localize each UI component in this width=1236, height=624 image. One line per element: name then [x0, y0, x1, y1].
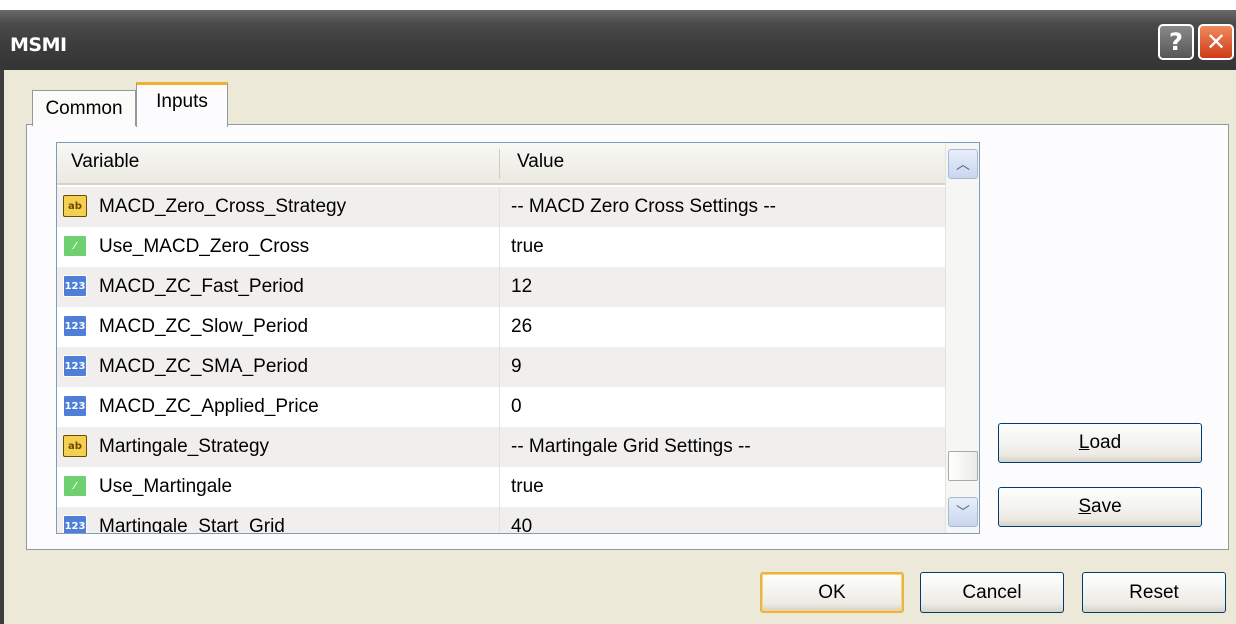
bool-type-icon: ⁄ — [63, 235, 87, 257]
variable-value[interactable]: true — [511, 476, 544, 498]
save-button[interactable]: Save — [998, 487, 1202, 527]
column-separator — [499, 187, 500, 227]
ok-label: OK — [818, 581, 846, 603]
save-accelerator: S — [1078, 496, 1092, 517]
variable-name: Martingale_Strategy — [99, 436, 270, 457]
variable-name: Martingale_Start_Grid — [99, 516, 285, 534]
scroll-down-button[interactable]: ﹀ — [948, 497, 978, 527]
variable-name: Use_MACD_Zero_Cross — [99, 236, 310, 257]
variable-name: MACD_Zero_Cross_Strategy — [99, 196, 347, 217]
help-button[interactable]: ? — [1158, 24, 1194, 60]
variable-value[interactable]: 0 — [511, 396, 522, 418]
table-row[interactable]: ab MACD_Zero_Cross_Strategy -- MACD Zero C… — [57, 187, 945, 227]
column-separator — [499, 347, 500, 387]
variable-value[interactable]: 40 — [511, 516, 532, 533]
close-icon: ✕ — [1205, 28, 1227, 56]
variable-value[interactable]: 12 — [511, 276, 532, 298]
variable-name: MACD_ZC_SMA_Period — [99, 356, 309, 377]
ok-button[interactable]: OK — [760, 572, 904, 613]
table-row[interactable]: 123 Martingale_Start_Grid 40 — [57, 507, 945, 534]
column-separator — [499, 267, 500, 307]
chevron-down-icon: ﹀ — [956, 504, 970, 520]
variable-name: Use_Martingale — [99, 476, 233, 497]
table-row[interactable]: 123 MACD_ZC_SMA_Period 9 — [57, 347, 945, 387]
tab-inputs-label: Inputs — [156, 91, 208, 112]
cancel-label: Cancel — [962, 581, 1022, 603]
window-border — [0, 70, 4, 624]
close-button[interactable]: ✕ — [1198, 24, 1234, 60]
variable-value[interactable]: 26 — [511, 316, 532, 338]
table-row[interactable]: 123 MACD_ZC_Slow_Period 26 — [57, 307, 945, 347]
column-separator — [499, 387, 500, 427]
tab-common[interactable]: Common — [32, 90, 136, 126]
column-separator — [499, 307, 500, 347]
variable-name: MACD_ZC_Slow_Period — [99, 316, 309, 337]
variable-value[interactable]: true — [511, 236, 544, 258]
column-divider[interactable] — [499, 149, 500, 179]
reset-label: Reset — [1129, 581, 1179, 603]
bool-type-icon: ⁄ — [63, 475, 87, 497]
inputs-list[interactable]: Variable Value ab MACD_Zero_Cross_Strateg… — [56, 142, 980, 534]
number-type-icon: 123 — [63, 275, 87, 297]
column-separator — [499, 427, 500, 467]
number-type-icon: 123 — [63, 315, 87, 337]
table-row[interactable]: ⁄ Use_Martingale true — [57, 467, 945, 507]
scroll-thumb[interactable] — [948, 451, 978, 481]
window-title: MSMI — [10, 34, 67, 56]
help-icon: ? — [1169, 28, 1183, 56]
string-type-icon: ab — [63, 195, 87, 217]
vertical-scrollbar[interactable]: ︿ ﹀ — [945, 143, 979, 533]
column-separator — [499, 227, 500, 267]
column-header-value[interactable]: Value — [517, 151, 564, 173]
tab-inputs[interactable]: Inputs — [136, 82, 228, 127]
table-row[interactable]: 123 MACD_ZC_Fast_Period 12 — [57, 267, 945, 307]
variable-value[interactable]: -- Martingale Grid Settings -- — [511, 436, 751, 458]
load-label: oad — [1089, 432, 1122, 453]
number-type-icon: 123 — [63, 395, 87, 417]
column-header-variable[interactable]: Variable — [71, 151, 139, 173]
column-separator — [499, 467, 500, 507]
tab-common-label: Common — [45, 97, 123, 119]
load-accelerator: L — [1078, 432, 1090, 453]
string-type-icon: ab — [63, 435, 87, 457]
variable-value[interactable]: -- MACD Zero Cross Settings -- — [511, 196, 776, 218]
variable-value[interactable]: 9 — [511, 356, 522, 378]
cancel-button[interactable]: Cancel — [920, 572, 1064, 613]
title-bar: MSMI ? ✕ — [0, 0, 1236, 70]
number-type-icon: 123 — [63, 355, 87, 377]
scroll-up-button[interactable]: ︿ — [948, 149, 978, 179]
variable-name: MACD_ZC_Applied_Price — [99, 396, 319, 417]
table-row[interactable]: 123 MACD_ZC_Applied_Price 0 — [57, 387, 945, 427]
save-label: ave — [1091, 496, 1122, 517]
variable-name: MACD_ZC_Fast_Period — [99, 276, 304, 297]
table-row[interactable]: ⁄ Use_MACD_Zero_Cross true — [57, 227, 945, 267]
chevron-up-icon: ︿ — [956, 156, 970, 172]
table-row[interactable]: ab Martingale_Strategy -- Martingale Grid … — [57, 427, 945, 467]
number-type-icon: 123 — [63, 515, 87, 533]
reset-button[interactable]: Reset — [1082, 572, 1226, 613]
load-button[interactable]: Load — [998, 423, 1202, 463]
dialog-window: MSMI ? ✕ Common Inputs Variable Value ab… — [0, 0, 1236, 624]
list-header: Variable Value — [57, 143, 945, 185]
column-separator — [499, 507, 500, 533]
